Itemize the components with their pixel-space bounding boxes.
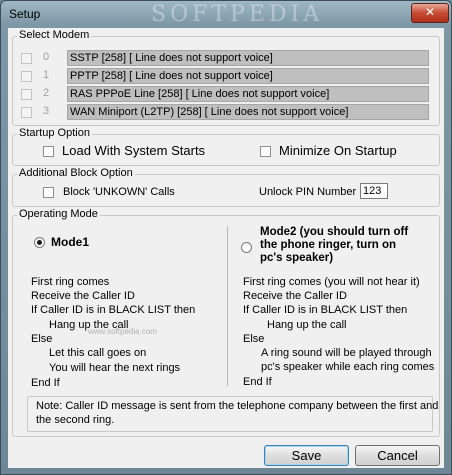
modem-checkbox-1[interactable] bbox=[21, 71, 32, 82]
window-title: Setup bbox=[9, 7, 41, 21]
save-button[interactable]: Save bbox=[264, 445, 349, 466]
operating-mode-group: Operating Mode Mode1 First ring comes Re… bbox=[12, 208, 440, 437]
modem-index: 3 bbox=[43, 105, 50, 117]
minimize-on-startup-label: Minimize On Startup bbox=[279, 143, 397, 158]
mode1-step: You will hear the next rings bbox=[49, 362, 181, 374]
mode2-step: Receive the Caller ID bbox=[243, 290, 347, 302]
mode2-step: Else bbox=[243, 333, 265, 345]
softpedia-small-watermark: www.softpedia.com bbox=[88, 327, 157, 336]
modem-name: WAN Miniport (L2TP) [258] [ Line does no… bbox=[67, 104, 429, 120]
mode1-step: Let this call goes on bbox=[49, 347, 147, 359]
note-text: the second ring. bbox=[36, 414, 115, 426]
operating-mode-legend: Operating Mode bbox=[17, 208, 100, 220]
modem-name: RAS PPPoE Line [258] [ Line does not sup… bbox=[67, 86, 429, 102]
modem-checkbox-2[interactable] bbox=[21, 89, 32, 100]
mode2-step: A ring sound will be played through bbox=[261, 347, 432, 359]
mode1-radio[interactable] bbox=[34, 237, 45, 248]
note-box: Note: Caller ID message is sent from the… bbox=[27, 396, 438, 432]
dialog-body: Select Modem 0 SSTP [258] [ Line does no… bbox=[8, 28, 444, 468]
note-text: Note: Caller ID message is sent from the… bbox=[36, 400, 439, 412]
close-button[interactable]: ✕ bbox=[411, 3, 449, 23]
mode1-label: Mode1 bbox=[51, 235, 90, 249]
modem-index: 2 bbox=[43, 87, 50, 99]
modem-checkbox-0[interactable] bbox=[21, 53, 32, 64]
mode2-label: Mode2 (you should turn off bbox=[260, 226, 409, 238]
load-with-system-checkbox[interactable] bbox=[43, 146, 54, 157]
mode2-step: First ring comes (you will not hear it) bbox=[243, 276, 420, 288]
mode1-step: End If bbox=[31, 377, 60, 389]
mode2-radio[interactable] bbox=[241, 242, 252, 253]
cancel-button[interactable]: Cancel bbox=[355, 445, 440, 466]
mode1-step: Else bbox=[31, 333, 53, 345]
startup-option-legend: Startup Option bbox=[17, 127, 92, 139]
mode2-step: End If bbox=[243, 376, 272, 388]
mode-divider bbox=[227, 226, 228, 386]
modem-name: PPTP [258] [ Line does not support voice… bbox=[67, 68, 429, 84]
block-option-group: Additional Block Option Block 'UNKOWN' C… bbox=[12, 167, 440, 207]
block-option-legend: Additional Block Option bbox=[17, 167, 135, 179]
mode2-label: pc's speaker) bbox=[260, 252, 334, 264]
startup-option-group: Startup Option Load With System Starts M… bbox=[12, 127, 440, 166]
mode1-step: Receive the Caller ID bbox=[31, 290, 135, 302]
mode2-label: the phone ringer, turn on bbox=[260, 239, 397, 251]
mode2-step: If Caller ID is in BLACK LIST then bbox=[243, 304, 408, 316]
block-unknown-label: Block 'UNKOWN' Calls bbox=[63, 186, 175, 198]
select-modem-legend: Select Modem bbox=[17, 29, 92, 41]
mode1-step: First ring comes bbox=[31, 276, 110, 288]
modem-index: 0 bbox=[43, 51, 50, 63]
load-with-system-label: Load With System Starts bbox=[62, 143, 206, 158]
mode2-step: Hang up the call bbox=[267, 319, 347, 331]
unlock-pin-label: Unlock PIN Number bbox=[259, 186, 357, 198]
modem-name: SSTP [258] [ Line does not support voice… bbox=[67, 50, 429, 66]
block-unknown-checkbox[interactable] bbox=[43, 187, 54, 198]
mode2-step: pc's speaker while each ring comes bbox=[261, 361, 435, 373]
mode1-step: If Caller ID is in BLACK LIST then bbox=[31, 304, 196, 316]
unlock-pin-input[interactable] bbox=[360, 183, 388, 199]
modem-checkbox-3[interactable] bbox=[21, 107, 32, 118]
title-bar[interactable]: Setup SOFTPEDIA ✕ bbox=[1, 1, 451, 27]
setup-window: Setup SOFTPEDIA ✕ Select Modem 0 SSTP [2… bbox=[0, 0, 452, 475]
softpedia-watermark: SOFTPEDIA bbox=[151, 2, 324, 27]
minimize-on-startup-checkbox[interactable] bbox=[260, 146, 271, 157]
select-modem-group: Select Modem 0 SSTP [258] [ Line does no… bbox=[12, 29, 440, 126]
modem-index: 1 bbox=[43, 69, 50, 81]
